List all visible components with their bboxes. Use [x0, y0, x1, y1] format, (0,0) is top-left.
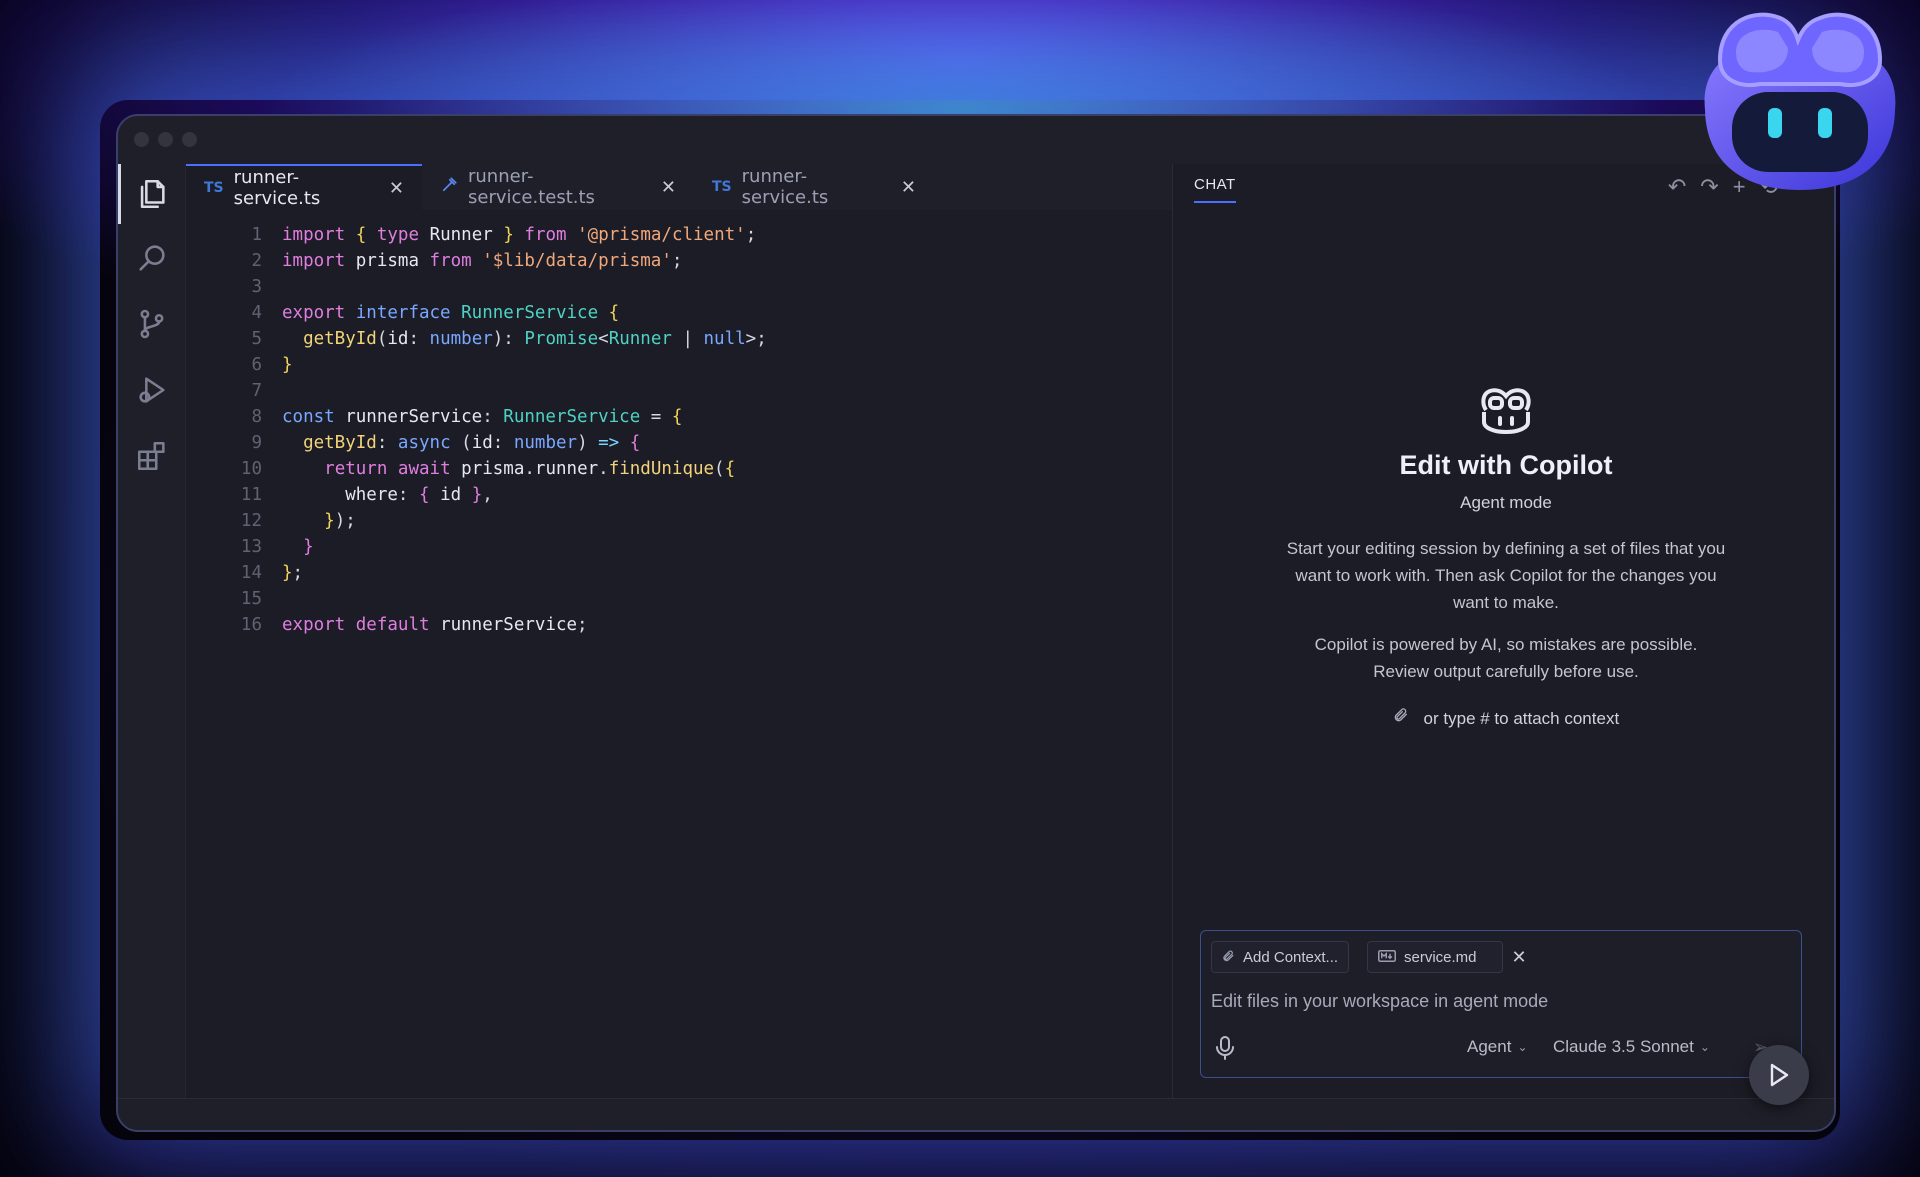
file-chip-label: service.md	[1404, 948, 1477, 966]
tab-runner-service[interactable]: TS runner-service.ts ✕	[186, 164, 422, 210]
active-indicator	[118, 164, 121, 224]
chat-mode-label: Agent mode	[1460, 493, 1552, 512]
typescript-icon: TS	[204, 180, 224, 196]
activity-bar	[118, 164, 186, 1098]
editor-pane: TS runner-service.ts ✕ runner-service.te…	[186, 164, 1173, 1098]
file-chip-service-md[interactable]: service.md	[1367, 941, 1503, 973]
tab-label: runner-service.test.ts	[468, 166, 595, 208]
test-file-icon	[440, 176, 458, 199]
status-bar	[118, 1098, 1834, 1130]
code-line: 15	[240, 589, 262, 609]
code-line: 3	[251, 277, 262, 297]
chat-welcome: Edit with Copilot Agent mode Start your …	[1174, 384, 1834, 700]
code-line: 1 import { type Runner } from '@prisma/cl…	[251, 225, 757, 245]
model-select[interactable]: Claude 3.5 Sonnet ⌄	[1553, 1037, 1710, 1057]
editor-tabs: TS runner-service.ts ✕ runner-service.te…	[186, 164, 1172, 210]
chat-input-box: Add Context... service.md ✕ Edit files i…	[1200, 930, 1802, 1078]
window-close-dot[interactable]	[134, 132, 149, 147]
extensions-icon[interactable]	[134, 438, 170, 474]
window-minimize-dot[interactable]	[158, 132, 173, 147]
code-line: 6}	[251, 355, 293, 375]
code-line: 10 return await prisma.runner.findUnique…	[240, 459, 736, 479]
chat-panel: CHAT ↶ ↷ + ⟲ E	[1174, 164, 1834, 1098]
chat-title: Edit with Copilot	[1399, 450, 1613, 480]
typescript-icon: TS	[712, 179, 732, 195]
attach-context-hint: or type # to attach context	[1174, 706, 1834, 729]
window-maximize-dot[interactable]	[182, 132, 197, 147]
search-icon[interactable]	[134, 240, 170, 276]
code-line: 4 export interface RunnerService {	[251, 303, 620, 323]
code-line: 14};	[240, 563, 304, 583]
chat-disclaimer: Copilot is powered by AI, so mistakes ar…	[1314, 635, 1698, 681]
close-icon[interactable]: ✕	[661, 177, 676, 198]
markdown-file-icon	[1378, 949, 1396, 965]
paperclip-icon	[1393, 708, 1414, 728]
code-line: 11 where: { id },	[240, 485, 493, 505]
microphone-icon[interactable]	[1215, 1035, 1235, 1061]
code-line: 9 getById: async (id: number) => {	[251, 433, 641, 453]
copilot-mascot-icon	[1680, 0, 1920, 200]
code-line: 8 const runnerService: RunnerService = {	[251, 407, 683, 427]
code-line: 16 export default runnerService;	[240, 615, 588, 635]
explorer-icon[interactable]	[134, 176, 170, 212]
tab-runner-service-test[interactable]: runner-service.test.ts ✕	[422, 164, 694, 210]
code-line: 13 }	[240, 537, 314, 557]
background-stage: TS runner-service.ts ✕ runner-service.te…	[0, 0, 1920, 1177]
add-context-button[interactable]: Add Context...	[1211, 941, 1350, 973]
chat-description: Start your editing session by defining a…	[1286, 539, 1726, 612]
tab-runner-service-2[interactable]: TS runner-service.ts ✕	[694, 164, 934, 210]
paperclip-icon	[1222, 949, 1235, 966]
source-control-icon[interactable]	[134, 306, 170, 342]
copilot-logo-icon	[1476, 384, 1536, 436]
add-context-label: Add Context...	[1243, 948, 1339, 966]
code-area[interactable]: 1 import { type Runner } from '@prisma/cl…	[186, 222, 1172, 638]
attach-hint-text: or type # to attach context	[1423, 709, 1620, 728]
code-line: 12 });	[240, 511, 356, 531]
code-line: 2 import prisma from '$lib/data/prisma';	[251, 251, 683, 271]
code-line: 7	[251, 381, 262, 401]
close-icon[interactable]: ✕	[389, 178, 404, 199]
chevron-down-icon: ⌄	[1699, 1040, 1710, 1054]
chat-input-field[interactable]: Edit files in your workspace in agent mo…	[1211, 991, 1548, 1012]
app-window: TS runner-service.ts ✕ runner-service.te…	[116, 114, 1836, 1132]
title-bar	[118, 116, 1834, 164]
mode-select[interactable]: Agent ⌄	[1467, 1037, 1528, 1057]
mode-select-value: Agent	[1467, 1037, 1512, 1056]
remove-file-close-icon[interactable]: ✕	[1503, 941, 1535, 973]
send-button[interactable]	[1749, 1045, 1809, 1105]
tab-label: runner-service.ts	[741, 166, 829, 208]
tab-chat[interactable]: CHAT	[1194, 176, 1236, 203]
chevron-down-icon: ⌄	[1517, 1040, 1528, 1054]
close-icon[interactable]: ✕	[901, 177, 916, 198]
play-icon	[1770, 1063, 1789, 1087]
tab-label: runner-service.ts	[233, 167, 321, 209]
run-debug-icon[interactable]	[134, 372, 170, 408]
code-line: 5 getById(id: number): Promise<Runner | …	[251, 329, 767, 349]
model-select-value: Claude 3.5 Sonnet	[1553, 1037, 1694, 1056]
